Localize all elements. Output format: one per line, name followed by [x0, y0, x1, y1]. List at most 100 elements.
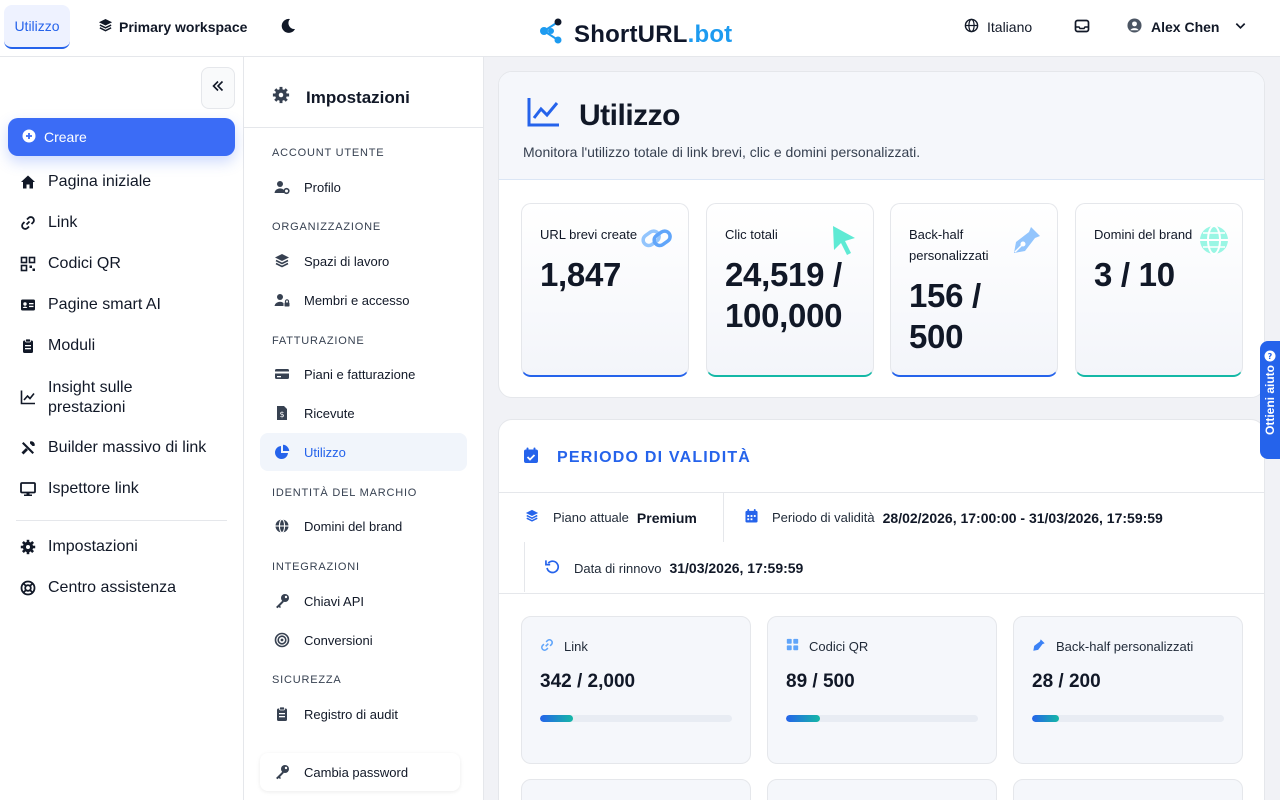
settings-item-label: Spazi di lavoro: [304, 253, 390, 269]
tab-utilizzo[interactable]: Utilizzo: [4, 5, 70, 49]
settings-item-usage[interactable]: Utilizzo: [260, 433, 467, 471]
sidebar-item-bulk-builder[interactable]: Builder massivo di link: [20, 439, 235, 457]
user-name: Alex Chen: [1151, 19, 1220, 35]
sidebar-item-home[interactable]: Pagina iniziale: [20, 173, 235, 191]
settings-item-profile[interactable]: Profilo: [260, 168, 467, 206]
quota-card-links: Link 342 / 2,000: [521, 616, 751, 764]
sidebar-item-help-center[interactable]: Centro assistenza: [20, 579, 235, 597]
tools-icon: [20, 440, 36, 456]
sidebar-item-label: Centro assistenza: [48, 579, 177, 596]
sidebar-item-settings[interactable]: Impostazioni: [20, 538, 235, 556]
settings-item-members[interactable]: Membri e accesso: [260, 281, 467, 319]
workspace-switcher[interactable]: Primary workspace: [98, 18, 247, 36]
stat-label: URL brevi create: [540, 227, 638, 242]
settings-item-audit-log[interactable]: Registro di audit: [260, 695, 467, 733]
chart-line-icon: [20, 389, 36, 405]
main-sidebar: Creare Pagina iniziale Link Codici QR Pa…: [0, 57, 244, 800]
quota-header: Link: [540, 638, 588, 655]
usage-header: Utilizzo Monitora l'utilizzo totale di l…: [499, 72, 1264, 180]
settings-item-receipts[interactable]: $ Ricevute: [260, 394, 467, 432]
create-button[interactable]: Creare: [8, 118, 235, 156]
section-security: SICUREZZA: [272, 674, 342, 686]
user-gear-icon: [274, 179, 290, 195]
sidebar-item-forms[interactable]: Moduli: [20, 337, 235, 355]
calendar-icon: [745, 509, 758, 526]
settings-item-label: Ricevute: [304, 405, 355, 421]
sidebar-item-ai-pages[interactable]: Pagine smart AI: [20, 296, 235, 314]
stat-card-custom-back-halves: Back-half personalizzati 156 / 500: [890, 203, 1058, 377]
validity-title: PERIODO DI VALIDITÀ: [523, 447, 751, 469]
svg-text:?: ?: [1268, 352, 1273, 361]
quota-progress-bar: [540, 715, 732, 722]
qr-icon: [786, 638, 799, 654]
quota-progress-bar: [1032, 715, 1224, 722]
settings-item-brand-domains[interactable]: Domini del brand: [260, 507, 467, 545]
section-integrations: INTEGRAZIONI: [272, 561, 360, 573]
settings-sidebar: Impostazioni ACCOUNT UTENTE Profilo ORGA…: [244, 57, 484, 800]
target-icon: [274, 632, 290, 648]
quota-progress-bar: [786, 715, 978, 722]
settings-item-change-password[interactable]: Cambia password: [260, 753, 460, 791]
app-logo[interactable]: ShortURL.bot: [536, 16, 732, 53]
sidebar-item-label: Pagine smart AI: [48, 296, 161, 313]
stat-label: Domini del brand: [1094, 227, 1193, 242]
stat-label: Back-half personalizzati: [909, 227, 989, 263]
quota-label: Codici QR: [809, 638, 869, 654]
validity-divider: [499, 593, 1264, 594]
quota-value: 28 / 200: [1032, 671, 1101, 692]
home-icon: [20, 174, 36, 190]
sidebar-item-label: Impostazioni: [48, 538, 138, 555]
chart-line-icon: [527, 96, 561, 136]
id-card-icon: [20, 297, 36, 313]
get-help-tab[interactable]: ? Ottieni aiuto: [1260, 341, 1280, 459]
quota-card: [1013, 779, 1243, 800]
usage-panel: Utilizzo Monitora l'utilizzo totale di l…: [498, 71, 1265, 398]
stat-value: 1,847: [540, 256, 622, 293]
quota-card-qr-codes: Codici QR 89 / 500: [767, 616, 997, 764]
stat-label: Clic totali: [725, 227, 778, 242]
sidebar-item-insights[interactable]: Insight sulle prestazioni: [20, 378, 235, 418]
collapse-sidebar-button[interactable]: [201, 67, 235, 109]
validity-panel: PERIODO DI VALIDITÀ Piano attuale Premiu…: [498, 419, 1265, 800]
gear-icon: [20, 539, 36, 555]
settings-divider: [244, 127, 483, 128]
settings-item-conversions[interactable]: Conversioni: [260, 621, 467, 659]
gear-icon: [272, 86, 290, 109]
cursor-pointer-icon: [829, 224, 859, 263]
settings-item-workspaces[interactable]: Spazi di lavoro: [260, 242, 467, 280]
lifebuoy-icon: [20, 580, 36, 596]
pen-nib-icon: [1032, 638, 1046, 655]
link-icon: [20, 215, 36, 231]
quota-card-back-halves: Back-half personalizzati 28 / 200: [1013, 616, 1243, 764]
get-help-label: Ottieni aiuto: [1263, 365, 1277, 435]
sidebar-divider: [16, 520, 227, 521]
settings-item-api-keys[interactable]: Chiavi API: [260, 582, 467, 620]
inbox-icon[interactable]: [1074, 18, 1090, 39]
language-selector[interactable]: Italiano: [964, 18, 1032, 36]
stat-value-part1: 24,519 /: [725, 256, 842, 293]
settings-item-plans-billing[interactable]: Piani e fatturazione: [260, 355, 467, 393]
sidebar-item-qr-codes[interactable]: Codici QR: [20, 255, 235, 273]
calendar-check-icon: [523, 447, 539, 469]
sidebar-item-links[interactable]: Link: [20, 214, 235, 232]
quota-progress-fill: [1032, 715, 1059, 722]
quota-header: Back-half personalizzati: [1032, 638, 1193, 655]
sidebar-item-link-inspector[interactable]: Ispettore link: [20, 480, 235, 498]
globe-icon: [274, 518, 290, 534]
current-plan: Piano attuale Premium: [525, 509, 697, 526]
section-billing: FATTURAZIONE: [272, 335, 365, 347]
link-icon: [640, 224, 674, 259]
user-menu[interactable]: Alex Chen: [1127, 18, 1247, 36]
settings-item-label: Cambia password: [304, 764, 409, 780]
quota-value: 89 / 500: [786, 671, 855, 692]
validity-title-label: PERIODO DI VALIDITÀ: [557, 449, 752, 466]
settings-item-label: Profilo: [304, 179, 341, 195]
section-organization: ORGANIZZAZIONE: [272, 221, 381, 233]
svg-text:$: $: [279, 410, 284, 419]
moon-icon[interactable]: [279, 17, 297, 40]
quota-progress-fill: [786, 715, 821, 722]
credit-card-icon: [274, 366, 290, 382]
renewal-date-value: 31/03/2026, 17:59:59: [669, 560, 804, 576]
current-plan-label: Piano attuale: [553, 510, 629, 525]
settings-item-label: Piani e fatturazione: [304, 366, 416, 382]
